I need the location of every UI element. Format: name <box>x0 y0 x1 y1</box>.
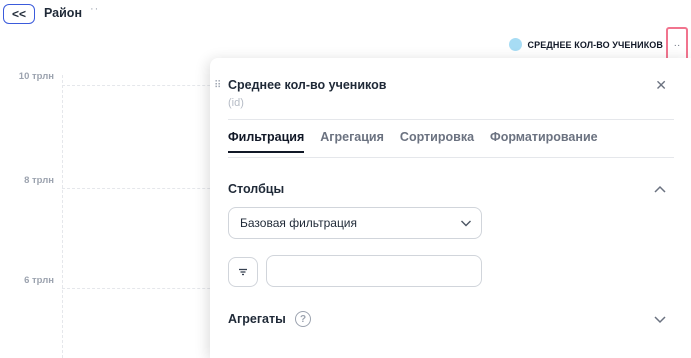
divider <box>228 157 674 158</box>
y-tick-label: 8 трлн <box>24 175 54 186</box>
columns-section-title[interactable]: Столбцы <box>228 182 284 196</box>
tab-aggregation[interactable]: Агрегация <box>320 130 384 153</box>
select-value: Базовая фильтрация <box>240 216 358 230</box>
y-tick-label: 6 трлн <box>24 275 54 286</box>
more-dots-icon: ·· <box>673 40 681 51</box>
chevron-down-icon[interactable] <box>653 312 667 326</box>
title-more-icon[interactable]: ·· <box>90 3 99 15</box>
divider <box>228 119 674 120</box>
y-axis-line <box>62 75 63 358</box>
panel-title: Среднее кол-во учеников <box>228 78 387 92</box>
drag-handle-icon[interactable]: ⠿ <box>214 80 221 91</box>
page-title: Район <box>44 6 82 20</box>
help-icon[interactable]: ? <box>295 311 311 327</box>
panel-subtitle: (id) <box>228 97 244 109</box>
tab-filtering[interactable]: Фильтрация <box>228 130 305 153</box>
filter-operator-button[interactable] <box>228 257 258 287</box>
aggregates-section-title[interactable]: Агрегаты <box>228 312 286 326</box>
panel-tabs: Фильтрация Агрегация Сортировка Форматир… <box>228 130 598 153</box>
chevron-up-icon[interactable] <box>653 183 667 197</box>
chevron-down-icon <box>461 220 471 227</box>
series-settings-panel: ⠿ Среднее кол-во учеников (id) ✕ Фильтра… <box>210 58 691 358</box>
close-icon[interactable]: ✕ <box>655 77 667 94</box>
filter-icon <box>239 268 247 276</box>
filter-value-input[interactable] <box>266 255 482 287</box>
y-tick-label: 10 трлн <box>18 71 54 82</box>
tab-formatting[interactable]: Форматирование <box>490 130 598 153</box>
legend-color-swatch <box>508 38 522 51</box>
tab-sorting[interactable]: Сортировка <box>400 130 474 153</box>
filter-type-select[interactable]: Базовая фильтрация <box>228 207 482 239</box>
back-button[interactable]: << <box>3 4 35 24</box>
legend-label: СРЕДНЕЕ КОЛ-ВО УЧЕНИКОВ <box>527 39 663 50</box>
chart-legend[interactable]: СРЕДНЕЕ КОЛ-ВО УЧЕНИКОВ <box>508 38 663 51</box>
